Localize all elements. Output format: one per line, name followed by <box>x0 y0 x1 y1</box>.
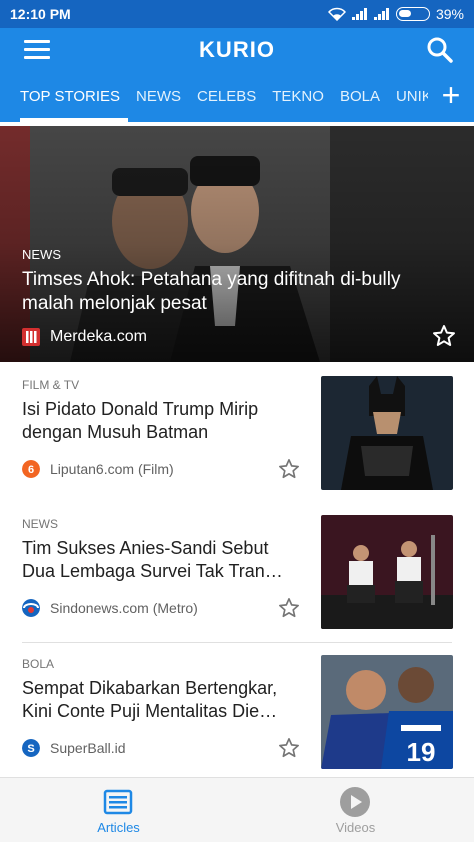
article-source-name: Liputan6.com (Film) <box>50 461 174 477</box>
svg-text:6: 6 <box>28 464 34 476</box>
battery-icon <box>395 7 430 21</box>
category-tabs: TOP STORIES NEWS CELEBS TEKNO BOLA UNIK … <box>0 72 474 122</box>
article-source-name: Sindonews.com (Metro) <box>50 600 198 616</box>
bottom-navigation: Articles Videos <box>0 777 474 842</box>
article-title[interactable]: Tim Sukses Anies-Sandi Sebut Dua Lembaga… <box>22 537 302 583</box>
add-tab-button[interactable]: + <box>428 72 474 122</box>
bookmark-star-icon[interactable] <box>278 458 300 480</box>
play-icon <box>340 787 370 817</box>
bookmark-star-icon[interactable] <box>432 324 456 348</box>
article-source: Sindonews.com (Metro) <box>22 599 198 617</box>
article-source-name: SuperBall.id <box>50 740 126 756</box>
articles-icon <box>103 789 133 815</box>
article-card[interactable]: FILM & TV Isi Pidato Donald Trump Mirip … <box>0 364 474 504</box>
article-card[interactable]: BOLA Sempat Dikabarkan Bertengkar, Kini … <box>0 643 474 783</box>
merdeka-logo-icon <box>22 328 40 346</box>
svg-text:19: 19 <box>407 737 436 767</box>
svg-text:S: S <box>27 743 34 755</box>
article-thumbnail[interactable] <box>321 515 453 629</box>
hero-title[interactable]: Timses Ahok: Petahana yang difitnah di-b… <box>22 268 442 316</box>
tab-bola[interactable]: BOLA <box>332 72 388 122</box>
app-bar: KURIO <box>0 28 474 72</box>
article-title[interactable]: Sempat Dikabarkan Bertengkar, Kini Conte… <box>22 677 302 723</box>
nav-articles[interactable]: Articles <box>0 778 237 842</box>
signal-icon <box>351 8 367 20</box>
article-source: 6 Liputan6.com (Film) <box>22 460 174 478</box>
app-title: KURIO <box>199 37 275 62</box>
article-card[interactable]: NEWS Tim Sukses Anies-Sandi Sebut Dua Le… <box>0 503 474 643</box>
tab-celebs[interactable]: CELEBS <box>189 72 264 122</box>
status-icons: 39% <box>327 6 464 22</box>
liputan6-logo-icon: 6 <box>22 460 40 478</box>
article-category: FILM & TV <box>22 378 80 392</box>
hero-source: Merdeka.com <box>22 328 147 346</box>
hero-overlay <box>0 126 474 362</box>
tab-news[interactable]: NEWS <box>128 72 189 122</box>
search-icon[interactable] <box>426 36 454 64</box>
article-category: BOLA <box>22 657 55 671</box>
hero-category: NEWS <box>22 247 61 262</box>
nav-videos[interactable]: Videos <box>237 778 474 842</box>
article-title[interactable]: Isi Pidato Donald Trump Mirip dengan Mus… <box>22 398 302 444</box>
status-bar: 12:10 PM 39% <box>0 0 474 28</box>
tab-tekno[interactable]: TEKNO <box>264 72 332 122</box>
status-time: 12:10 PM <box>10 6 71 22</box>
nav-videos-label: Videos <box>335 820 376 835</box>
article-category: NEWS <box>22 517 58 531</box>
bookmark-star-icon[interactable] <box>278 737 300 759</box>
signal-icon-2 <box>373 8 389 20</box>
hero-story[interactable]: NEWS Timses Ahok: Petahana yang difitnah… <box>0 126 474 362</box>
article-thumbnail[interactable]: 19 <box>321 655 453 769</box>
bookmark-star-icon[interactable] <box>278 597 300 619</box>
article-thumbnail[interactable] <box>321 376 453 490</box>
tab-top-stories[interactable]: TOP STORIES <box>12 72 129 122</box>
battery-percent: 39% <box>435 6 464 22</box>
wifi-icon <box>327 7 346 21</box>
article-source: S SuperBall.id <box>22 739 126 757</box>
nav-articles-label: Articles <box>97 820 140 835</box>
sindonews-logo-icon <box>22 599 40 617</box>
superball-logo-icon: S <box>22 739 40 757</box>
hero-source-name: Merdeka.com <box>50 328 147 345</box>
